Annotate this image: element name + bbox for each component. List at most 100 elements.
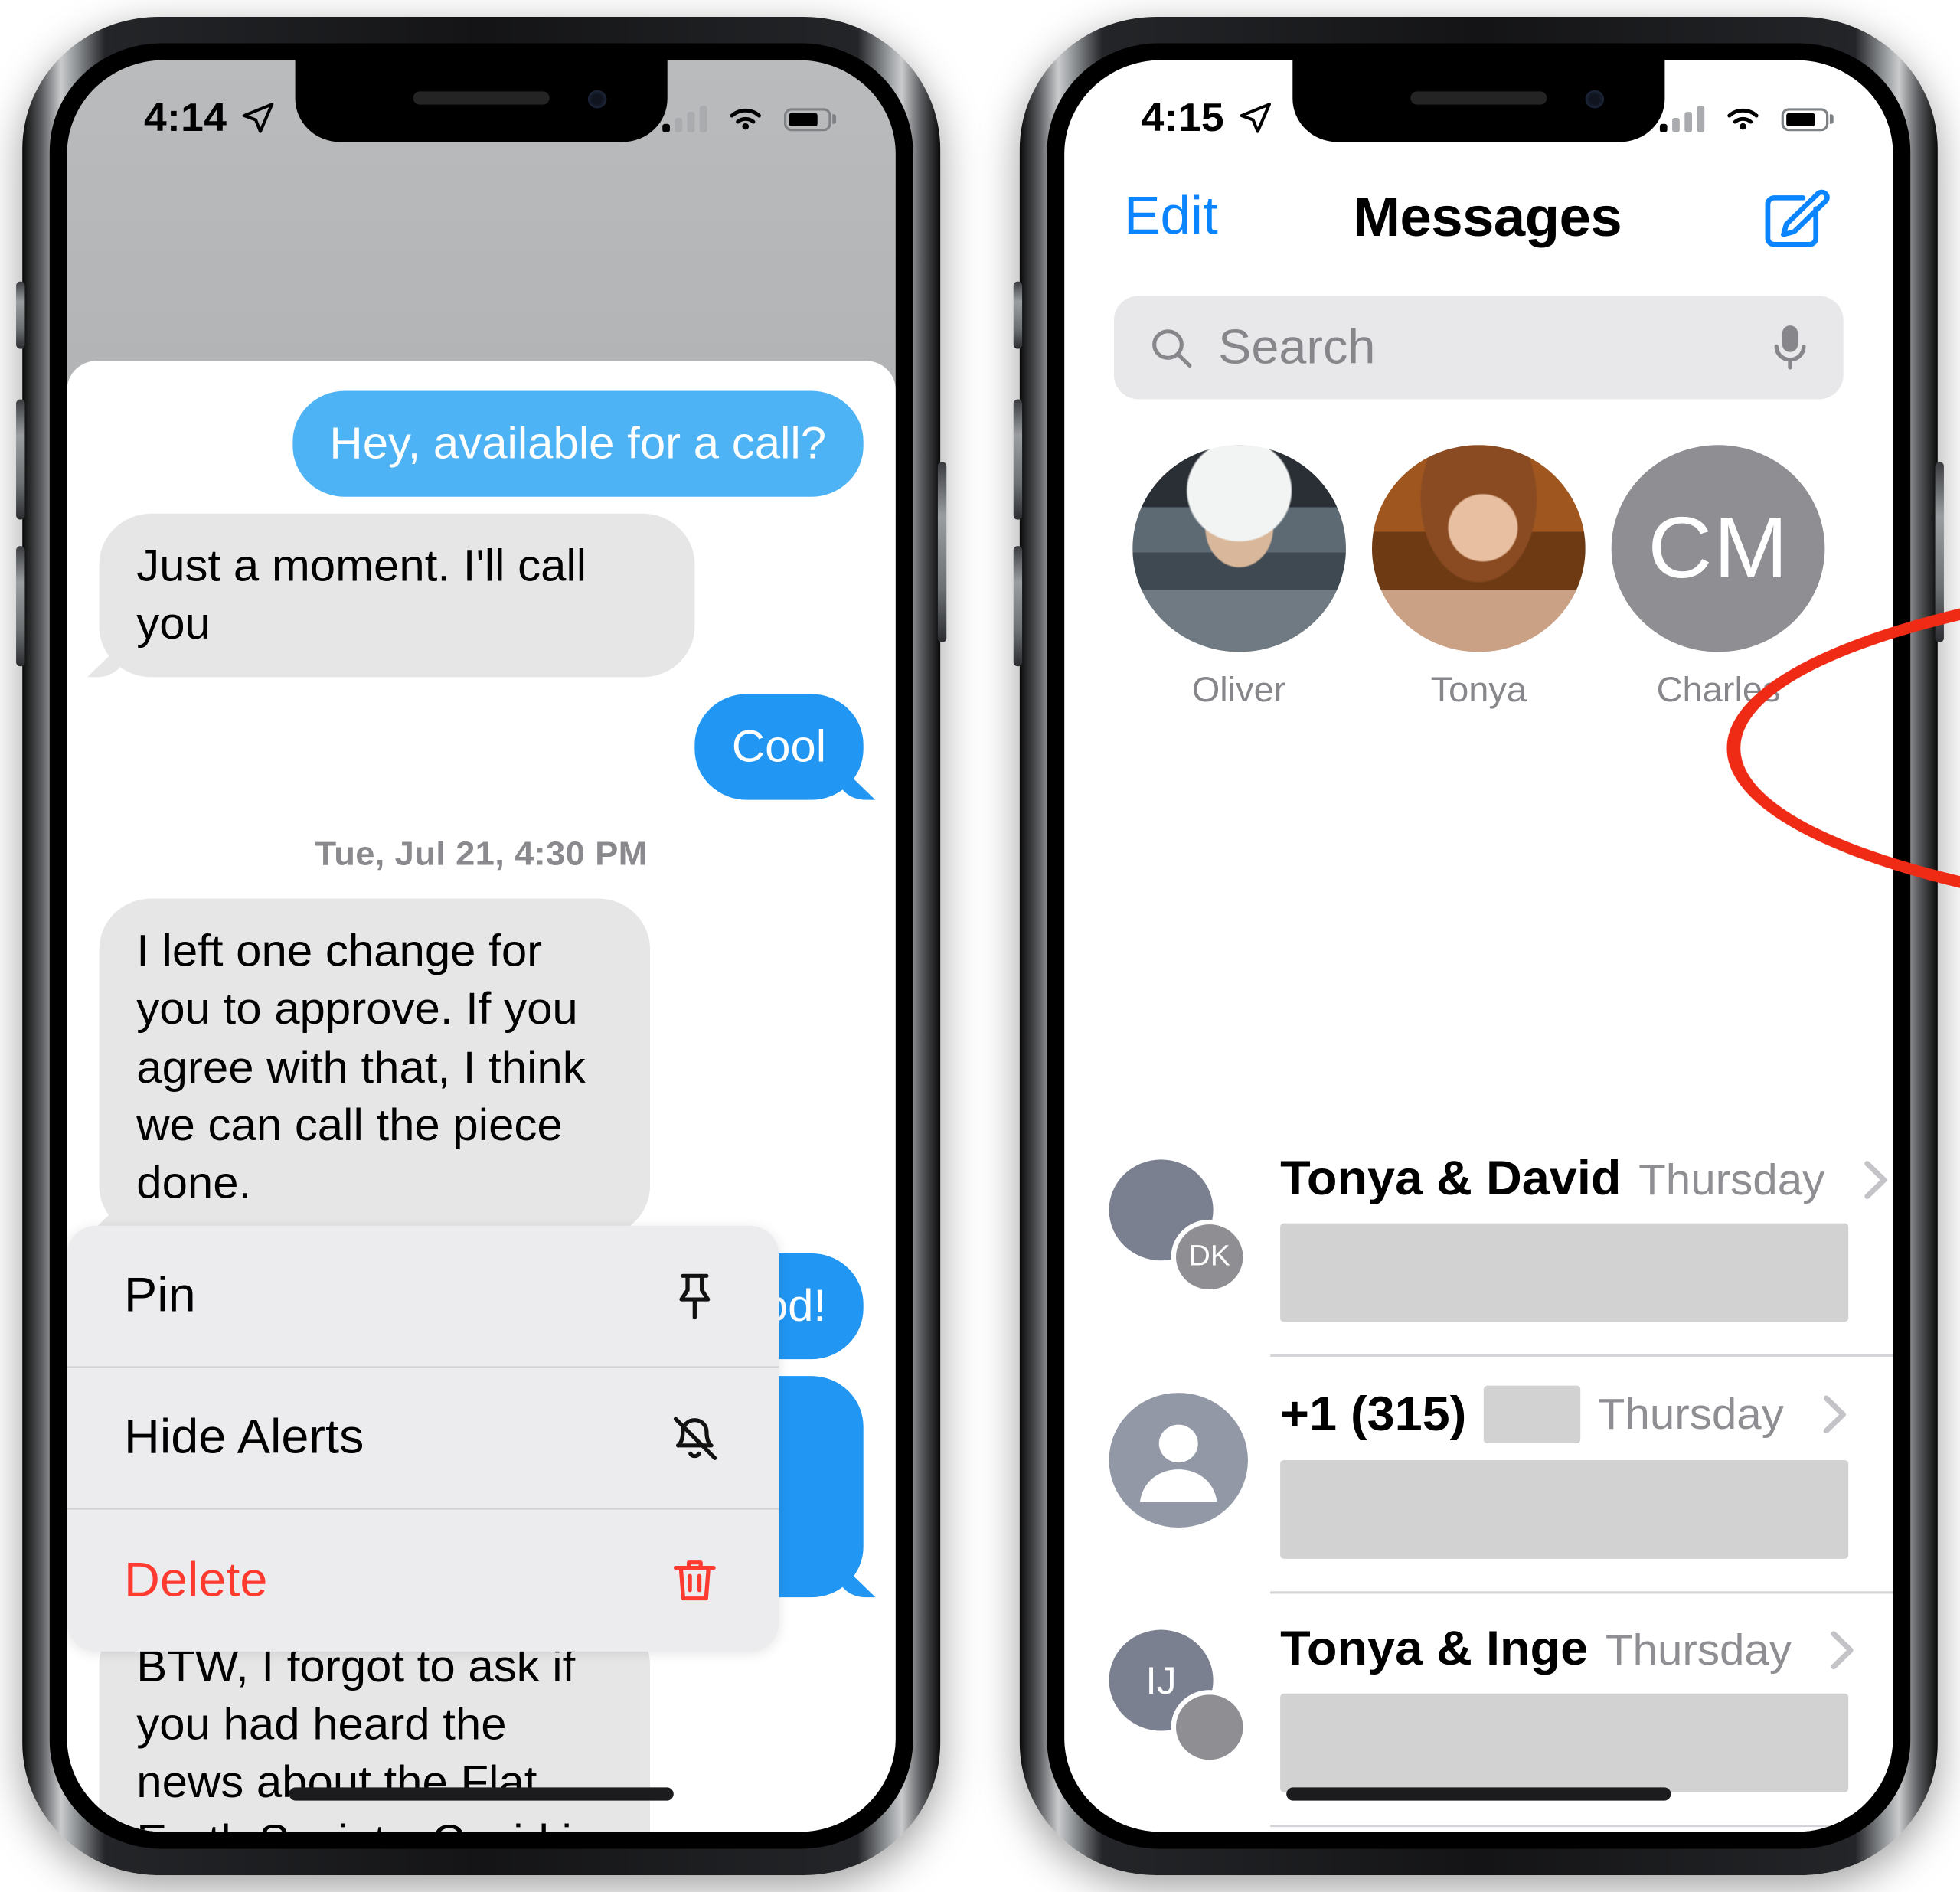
pinned-contact-label: Oliver [1191, 671, 1286, 710]
message-bubble-incoming: Just a moment. I'll call you [99, 513, 696, 678]
conversation-name: Tonya & Inge [1280, 1622, 1589, 1676]
avatar-secondary [1171, 1690, 1248, 1765]
pinned-contact-oliver[interactable]: Oliver [1119, 445, 1358, 711]
right-phone-power-button[interactable] [1935, 462, 1944, 642]
redaction-block [1484, 1385, 1581, 1444]
earpiece-speaker [413, 91, 550, 105]
notch [1292, 60, 1665, 142]
search-icon [1152, 329, 1192, 368]
wifi-icon [1727, 108, 1759, 130]
notch [295, 60, 668, 142]
list-item-header: Tonya & David Thursday [1280, 1152, 1887, 1207]
action-item-hide-alerts[interactable]: Hide Alerts [67, 1368, 779, 1510]
left-phone-screen: 4:14 Hey, available for a call? Just a m… [67, 60, 896, 1832]
compose-icon[interactable] [1756, 179, 1833, 253]
home-indicator[interactable] [289, 1787, 674, 1801]
chevron-right-icon [1823, 1395, 1846, 1434]
conversation-action-menu: Pin Hide Alerts Delete [67, 1225, 779, 1652]
list-item[interactable]: DK Tonya & David Thursday [1064, 1123, 1893, 1357]
conversation-name: Tonya & David [1280, 1152, 1622, 1206]
message-bubble-incoming: I left one change for you to approve. If… [99, 899, 650, 1237]
list-item-body: Tonya & David Thursday [1280, 1152, 1887, 1328]
avatar [1132, 445, 1346, 652]
list-item-header: Tonya & Inge Thursday [1280, 1622, 1854, 1677]
edit-button[interactable]: Edit [1124, 186, 1218, 247]
bell-slash-icon [660, 1404, 730, 1472]
conversation-name: +1 (315) [1280, 1387, 1467, 1441]
trash-icon [660, 1547, 730, 1614]
chevron-right-icon [1831, 1630, 1854, 1669]
pinned-contacts-row: Oliver Tonya CM Charles [1064, 445, 1893, 711]
message-row: Just a moment. I'll call you [67, 505, 895, 686]
conversation-day-divider: Tue, Jul 21, 4:30 PM [315, 835, 648, 873]
right-phone-mute-switch[interactable] [1013, 281, 1023, 349]
left-phone-volume-up[interactable] [16, 399, 25, 520]
avatar-initials: CM [1648, 500, 1789, 597]
search-container: Search [1064, 296, 1893, 400]
message-row: I left one change for you to approve. If… [67, 890, 895, 1245]
chevron-right-icon [1864, 1160, 1887, 1199]
list-item[interactable]: Maybe: Evan Monday [1064, 1827, 1893, 1832]
front-camera [588, 90, 607, 109]
list-item[interactable]: +1 (315) Thursday [1064, 1357, 1893, 1594]
avatar: DK [1109, 1152, 1248, 1295]
earpiece-speaker [1410, 91, 1547, 105]
wifi-icon [730, 108, 761, 130]
message-bubble-outgoing: Cool [694, 694, 864, 801]
right-status-time-group: 4:15 [1142, 95, 1274, 141]
front-camera [1585, 90, 1604, 109]
message-bubble-outgoing: Hey, available for a call? [292, 390, 864, 497]
conversation-date: Thursday [1605, 1624, 1792, 1674]
action-item-delete-label: Delete [124, 1553, 268, 1606]
avatar [1371, 445, 1586, 652]
pinned-contact-label: Charles [1656, 671, 1781, 710]
right-status-time: 4:15 [1141, 95, 1224, 140]
action-item-pin-label: Pin [124, 1269, 196, 1322]
list-item-body: +1 (315) Thursday [1280, 1385, 1849, 1565]
left-phone-power-button[interactable] [937, 462, 947, 642]
person-icon [1109, 1393, 1248, 1528]
screenshot-stage: 4:14 Hey, available for a call? Just a m… [0, 0, 1960, 1892]
right-phone-volume-down[interactable] [1013, 546, 1023, 667]
pinned-contact-label: Tonya [1430, 671, 1527, 710]
pinned-contact-charles[interactable]: CM Charles [1599, 445, 1838, 711]
conversation-preview-redacted [1280, 1223, 1849, 1328]
cellular-bars-icon [662, 106, 707, 132]
conversation-date: Thursday [1597, 1389, 1784, 1439]
avatar: CM [1612, 445, 1825, 652]
message-row: Cool [67, 686, 895, 809]
message-row: Hey, available for a call? [67, 383, 895, 505]
microphone-icon[interactable] [1769, 321, 1811, 374]
left-phone-volume-down[interactable] [16, 546, 25, 667]
home-indicator[interactable] [1286, 1787, 1671, 1801]
list-item-body: Tonya & Inge Thursday [1280, 1622, 1854, 1799]
list-item-header: +1 (315) Thursday [1280, 1385, 1848, 1444]
action-item-pin[interactable]: Pin [67, 1226, 779, 1368]
action-item-hide-alerts-label: Hide Alerts [124, 1410, 364, 1464]
conversation-list[interactable]: DK Tonya & David Thursday +1 (315) Thurs… [1064, 1123, 1893, 1832]
search-placeholder: Search [1218, 320, 1376, 374]
right-status-indicators [1659, 103, 1829, 135]
messages-nav-bar: Edit Messages [1064, 149, 1893, 284]
avatar [1109, 1386, 1248, 1528]
pin-icon [660, 1263, 730, 1330]
battery-icon [1781, 107, 1829, 131]
cellular-bars-icon [1659, 106, 1705, 132]
right-phone-screen: 4:15 Edit Messages Search Oliver Tonya C… [1064, 60, 1893, 1832]
conversation-preview-redacted [1280, 1693, 1849, 1799]
avatar-secondary-initials: DK [1171, 1219, 1248, 1295]
action-item-delete[interactable]: Delete [67, 1509, 779, 1651]
conversation-date: Thursday [1638, 1154, 1825, 1204]
battery-icon [784, 107, 831, 131]
left-status-indicators [662, 103, 831, 135]
left-phone-mute-switch[interactable] [16, 281, 25, 349]
search-input[interactable]: Search [1113, 296, 1844, 400]
pinned-contact-tonya[interactable]: Tonya [1359, 445, 1599, 711]
left-phone-device: 4:14 Hey, available for a call? Just a m… [16, 16, 947, 1876]
right-phone-device: 4:15 Edit Messages Search Oliver Tonya C… [1013, 16, 1944, 1876]
left-status-time-group: 4:14 [144, 95, 276, 141]
right-phone-volume-up[interactable] [1013, 399, 1023, 520]
conversation-preview-redacted [1280, 1460, 1849, 1565]
page-title: Messages [1352, 185, 1622, 248]
location-arrow-icon [242, 103, 274, 133]
